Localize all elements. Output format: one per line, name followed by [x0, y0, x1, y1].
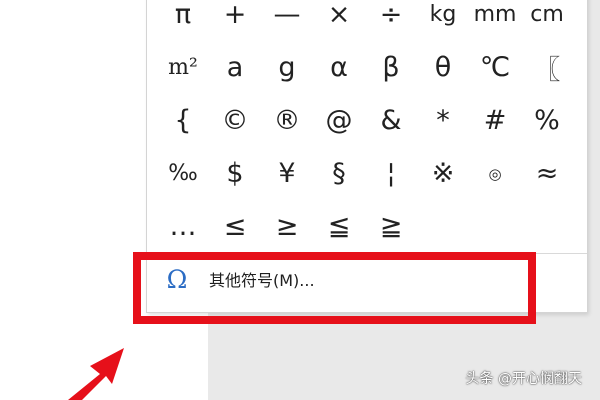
symbol-cell[interactable]: §: [313, 147, 365, 200]
symbol-cell[interactable]: +: [209, 0, 261, 41]
symbol-cell[interactable]: &: [365, 94, 417, 147]
symbol-cell[interactable]: @: [313, 94, 365, 147]
symbol-cell[interactable]: ¦: [365, 147, 417, 200]
symbol-cell[interactable]: *: [417, 94, 469, 147]
symbol-cell[interactable]: ◎: [469, 147, 521, 200]
symbol-cell[interactable]: α: [313, 41, 365, 94]
symbol-cell[interactable]: π: [157, 0, 209, 41]
symbol-cell[interactable]: ®: [261, 94, 313, 147]
symbol-cell[interactable]: …: [157, 200, 209, 253]
symbol-cell[interactable]: 〖: [521, 41, 573, 94]
highlight-box: [133, 252, 536, 324]
symbol-cell[interactable]: a: [209, 41, 261, 94]
symbol-cell[interactable]: mm: [469, 0, 521, 41]
symbol-grid: π + — × ÷ kg mm cm m² a g α β θ ℃ 〖 { © …: [157, 0, 577, 253]
symbol-cell[interactable]: m²: [157, 41, 209, 94]
symbol-cell[interactable]: ‰: [157, 147, 209, 200]
red-arrow-icon: [68, 348, 124, 400]
symbol-cell[interactable]: g: [261, 41, 313, 94]
symbol-cell[interactable]: ≥: [261, 200, 313, 253]
symbol-cell[interactable]: ÷: [365, 0, 417, 41]
watermark-text: 头条 @开心悯翻天: [465, 371, 582, 387]
symbol-cell[interactable]: —: [261, 0, 313, 41]
symbol-cell[interactable]: ※: [417, 147, 469, 200]
symbol-cell[interactable]: kg: [417, 0, 469, 41]
symbol-cell[interactable]: ≦: [313, 200, 365, 253]
symbol-cell[interactable]: ©: [209, 94, 261, 147]
symbol-cell[interactable]: β: [365, 41, 417, 94]
symbol-cell[interactable]: ≤: [209, 200, 261, 253]
symbol-cell[interactable]: #: [469, 94, 521, 147]
symbol-cell[interactable]: θ: [417, 41, 469, 94]
symbol-cell[interactable]: ¥: [261, 147, 313, 200]
symbol-cell[interactable]: ≧: [365, 200, 417, 253]
symbol-cell[interactable]: cm: [521, 0, 573, 41]
symbol-cell[interactable]: ×: [313, 0, 365, 41]
symbol-cell[interactable]: {: [157, 94, 209, 147]
symbol-cell[interactable]: ≈: [521, 147, 573, 200]
symbol-cell[interactable]: %: [521, 94, 573, 147]
symbol-cell[interactable]: ℃: [469, 41, 521, 94]
symbol-cell[interactable]: $: [209, 147, 261, 200]
